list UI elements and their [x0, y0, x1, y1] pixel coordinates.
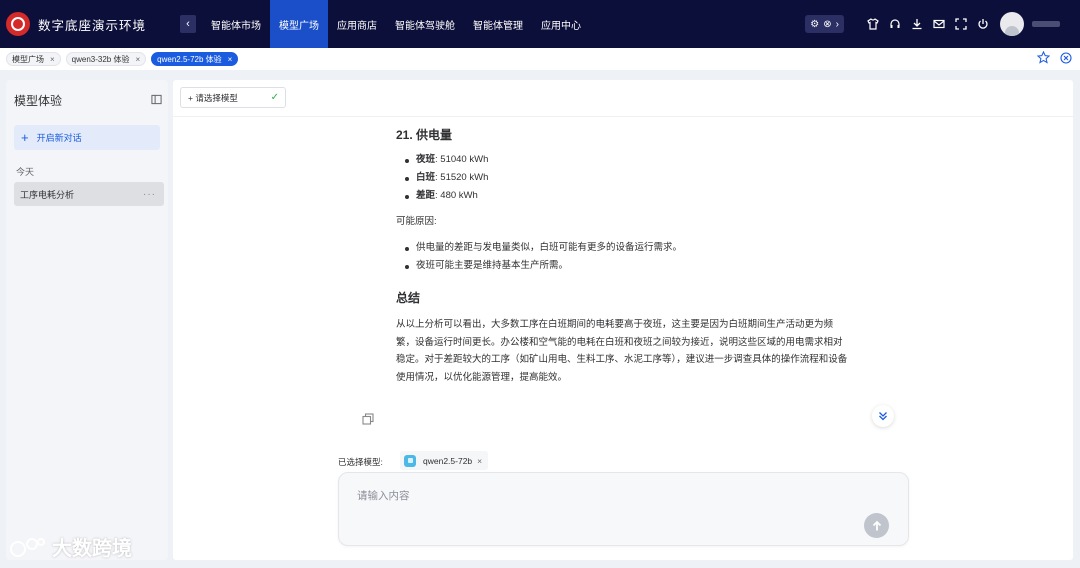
nav-item-agent-cockpit[interactable]: 智能体驾驶舱: [386, 0, 464, 48]
nav-item-app-center[interactable]: 应用中心: [532, 0, 590, 48]
summary-heading: 总结: [396, 291, 421, 305]
settings-icon: ⚙: [810, 18, 820, 30]
sidebar-collapse-icon[interactable]: [151, 92, 162, 110]
brand: 数字底座演示环境: [0, 12, 178, 36]
copy-icon[interactable]: [362, 412, 374, 430]
chat-main-panel: + 请选择模型 ✓ 21. 供电量 夜班: 51040 kWh 白班: 5152…: [173, 80, 1073, 560]
summary-paragraph: 从以上分析可以看出，大多数工序在白班期间的电耗要高于夜班，这主要是因为白班期间生…: [396, 319, 848, 383]
model-select-label: + 请选择模型: [188, 92, 238, 103]
brand-logo-icon: [6, 12, 30, 36]
chevron-right-icon[interactable]: ›: [836, 19, 839, 30]
top-navigation-bar: 数字底座演示环境 ‹ 智能体市场 模型广场 应用商店 智能体驾驶舱 智能体管理 …: [0, 0, 1080, 48]
headset-icon[interactable]: [884, 13, 906, 35]
power-icon[interactable]: [972, 13, 994, 35]
send-button[interactable]: [864, 513, 889, 538]
nav-item-model-square[interactable]: 模型广场: [270, 0, 328, 48]
more-icon[interactable]: ···: [143, 189, 156, 200]
section-heading: 21. 供电量: [396, 128, 453, 142]
tab-model-square[interactable]: 模型广场 ×: [6, 52, 61, 66]
new-chat-label: 开启新对话: [36, 133, 82, 143]
close-icon[interactable]: ×: [50, 55, 55, 64]
nav-item-agent-market[interactable]: 智能体市场: [202, 0, 270, 48]
main-nav: 智能体市场 模型广场 应用商店 智能体驾驶舱 智能体管理 应用中心: [202, 0, 590, 48]
list-item: 夜班: 51040 kWh: [396, 151, 856, 169]
page-tabs-bar: 模型广场 × qwen3-32b 体验 × qwen2.5-72b 体验 ×: [0, 48, 1080, 70]
reasons-list: 供电量的差距与发电量类似，白班可能有更多的设备运行需求。 夜班可能主要是维持基本…: [396, 239, 856, 275]
plus-icon: +: [21, 130, 29, 145]
chat-input[interactable]: [357, 488, 837, 528]
assistant-message: 21. 供电量 夜班: 51040 kWh 白班: 51520 kWh 差距: …: [396, 120, 856, 386]
watermark: 大数跨境: [8, 532, 132, 561]
sidebar-title: 模型体验: [14, 94, 63, 108]
selected-model-chip: qwen2.5-72b ×: [400, 451, 489, 470]
user-name-redacted: [1032, 21, 1060, 27]
user-avatar[interactable]: [1000, 12, 1024, 36]
chat-input-box: [338, 472, 909, 546]
watermark-text: 大数跨境: [52, 538, 132, 560]
model-select-button[interactable]: + 请选择模型 ✓: [180, 87, 286, 108]
new-chat-button[interactable]: + 开启新对话: [14, 125, 160, 150]
tab-label: 模型广场: [12, 54, 44, 64]
list-item: 差距: 480 kWh: [396, 187, 856, 205]
nav-scroll-control[interactable]: ⚙ ⊗ ›: [805, 15, 844, 33]
close-icon[interactable]: ×: [228, 55, 233, 64]
mail-icon[interactable]: [928, 13, 950, 35]
tab-label: qwen3-32b 体验: [71, 54, 130, 64]
scroll-to-bottom-button[interactable]: [872, 405, 894, 427]
reasons-label: 可能原因:: [396, 216, 437, 227]
shirt-icon[interactable]: [862, 13, 884, 35]
fullscreen-icon[interactable]: [950, 13, 972, 35]
chevron-left-icon[interactable]: ‹: [180, 15, 196, 33]
list-item: 夜班可能主要是维持基本生产所需。: [396, 257, 856, 275]
sidebar: 模型体验 + 开启新对话 今天 工序电耗分析 ···: [6, 80, 168, 560]
brand-title: 数字底座演示环境: [38, 18, 147, 33]
top-right-tools: ⚙ ⊗ ›: [805, 0, 1080, 48]
model-icon: [404, 454, 416, 467]
nav-item-app-store[interactable]: 应用商店: [328, 0, 386, 48]
nav-item-agent-management[interactable]: 智能体管理: [464, 0, 532, 48]
close-icon[interactable]: ×: [477, 456, 482, 466]
tab-bar-actions: [1036, 50, 1072, 69]
tab-qwen3-32b[interactable]: qwen3-32b 体验 ×: [65, 52, 147, 66]
selected-model-name: qwen2.5-72b: [423, 455, 473, 466]
tab-label: qwen2.5-72b 体验: [157, 54, 222, 64]
close-circle-icon: ⊗: [823, 18, 832, 30]
selected-model-label: 已选择模型:: [338, 457, 383, 467]
list-item: 供电量的差距与发电量类似，白班可能有更多的设备运行需求。: [396, 239, 856, 257]
sidebar-section-today: 今天: [16, 167, 35, 177]
conversation-title: 工序电耗分析: [20, 189, 75, 200]
download-icon[interactable]: [906, 13, 928, 35]
watermark-logo-icon: [10, 537, 45, 557]
conversation-item[interactable]: 工序电耗分析 ···: [14, 182, 164, 206]
tab-qwen2-5-72b[interactable]: qwen2.5-72b 体验 ×: [151, 52, 239, 66]
close-icon[interactable]: ×: [135, 55, 140, 64]
close-circle-icon[interactable]: [1060, 51, 1072, 69]
star-icon[interactable]: [1036, 50, 1051, 69]
list-item: 白班: 51520 kWh: [396, 169, 856, 187]
header-divider: [173, 116, 1073, 117]
supply-list: 夜班: 51040 kWh 白班: 51520 kWh 差距: 480 kWh: [396, 151, 856, 205]
check-icon: ✓: [270, 92, 279, 103]
